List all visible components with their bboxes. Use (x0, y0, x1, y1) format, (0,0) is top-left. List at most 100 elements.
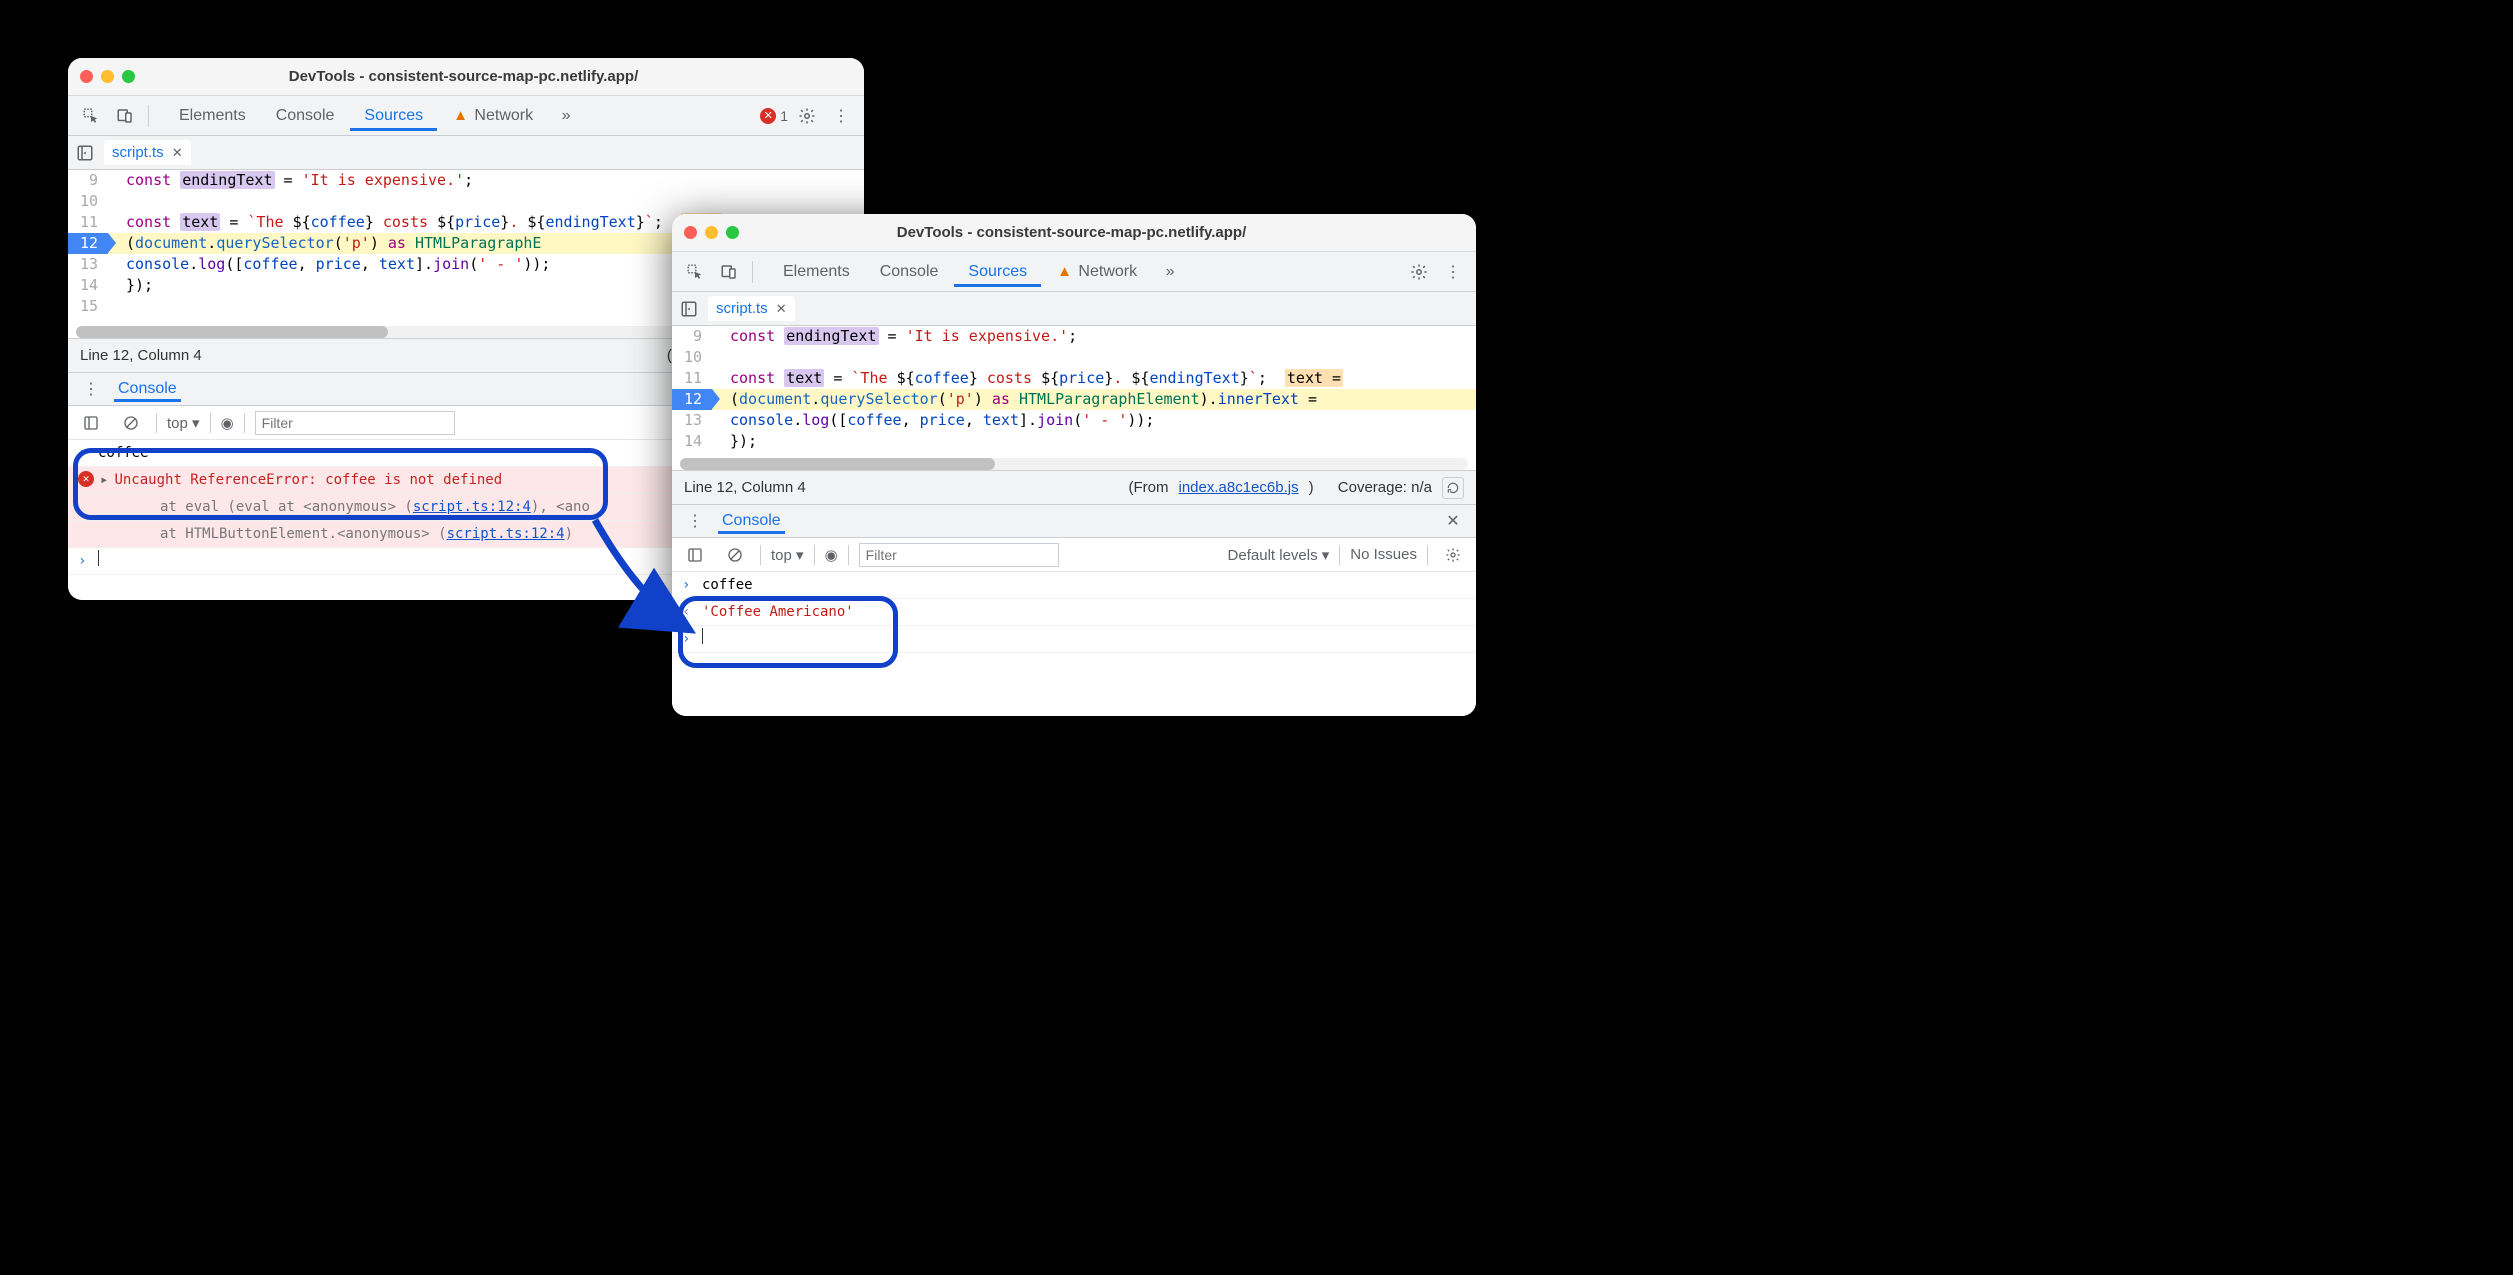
code-line[interactable]: 13console.log([coffee, price, text].join… (672, 410, 1476, 431)
console-output[interactable]: ›coffee‹'Coffee Americano'› (672, 572, 1476, 716)
line-number-gutter[interactable]: 9 (672, 326, 712, 347)
line-number-gutter[interactable]: 14 (672, 431, 712, 452)
status-bar: Line 12, Column 4 (From index.a8c1ec6b.j… (672, 470, 1476, 504)
console-input-text: coffee (98, 442, 149, 464)
inspect-icon[interactable] (680, 257, 710, 287)
console-caret[interactable] (702, 628, 703, 644)
line-number-gutter[interactable]: 9 (68, 170, 108, 191)
window-controls (684, 226, 739, 239)
line-number-gutter[interactable]: 11 (68, 212, 108, 233)
close-drawer-icon[interactable]: ✕ (1438, 506, 1468, 536)
file-tab[interactable]: script.ts ✕ (104, 140, 191, 165)
console-input-row: ›coffee (672, 572, 1476, 599)
console-prompt-row[interactable]: › (672, 626, 1476, 653)
line-number-gutter[interactable]: 14 (68, 275, 108, 296)
file-tab-row: script.ts ✕ (68, 136, 864, 170)
code-line[interactable]: 11const text = `The ${coffee} costs ${pr… (672, 368, 1476, 389)
prompt-chevron-icon: › (78, 442, 92, 464)
line-number-gutter[interactable]: 15 (68, 296, 108, 317)
context-selector[interactable]: top ▾ (771, 546, 804, 564)
minimize-window-button[interactable] (101, 70, 114, 83)
code-editor[interactable]: 9const endingText = 'It is expensive.';1… (672, 326, 1476, 454)
sourcemap-link[interactable]: index.a8c1ec6b.js (1179, 479, 1299, 496)
console-settings-gear-icon[interactable] (1438, 540, 1468, 570)
settings-gear-icon[interactable] (792, 101, 822, 131)
navigator-toggle-icon[interactable] (76, 144, 94, 162)
close-window-button[interactable] (80, 70, 93, 83)
file-tab-name: script.ts (716, 300, 768, 317)
prompt-chevron-icon: › (78, 550, 92, 572)
kebab-menu-icon[interactable]: ⋮ (1438, 257, 1468, 287)
device-toggle-icon[interactable] (110, 101, 140, 131)
tab-console[interactable]: Console (866, 257, 953, 287)
context-selector[interactable]: top ▾ (167, 414, 200, 432)
code-line[interactable]: 10 (68, 191, 864, 212)
more-tabs-icon[interactable]: » (1155, 257, 1185, 287)
console-filter-input[interactable] (859, 543, 1059, 567)
inspect-icon[interactable] (76, 101, 106, 131)
error-count: 1 (780, 108, 788, 124)
drawer-kebab-icon[interactable]: ⋮ (76, 374, 106, 404)
drawer-console-tab[interactable]: Console (718, 508, 785, 534)
line-number-gutter[interactable]: 11 (672, 368, 712, 389)
line-number-gutter[interactable]: 10 (68, 191, 108, 212)
navigator-toggle-icon[interactable] (680, 300, 698, 318)
tab-elements[interactable]: Elements (165, 101, 260, 131)
code-line[interactable]: 9const endingText = 'It is expensive.'; (672, 326, 1476, 347)
breakpoint-gutter[interactable]: 12 (672, 389, 712, 410)
code-line[interactable]: 12(document.querySelector('p') as HTMLPa… (672, 389, 1476, 410)
device-toggle-icon[interactable] (714, 257, 744, 287)
code-line[interactable]: 9const endingText = 'It is expensive.'; (68, 170, 864, 191)
titlebar[interactable]: DevTools - consistent-source-map-pc.netl… (672, 214, 1476, 252)
window-controls (80, 70, 135, 83)
file-tab[interactable]: script.ts ✕ (708, 296, 795, 321)
sidebar-toggle-icon[interactable] (76, 408, 106, 438)
close-tab-icon[interactable]: ✕ (172, 145, 183, 161)
clear-console-icon[interactable] (720, 540, 750, 570)
code-line[interactable]: 10 (672, 347, 1476, 368)
console-filter-input[interactable] (255, 411, 455, 435)
titlebar[interactable]: DevTools - consistent-source-map-pc.netl… (68, 58, 864, 96)
zoom-window-button[interactable] (122, 70, 135, 83)
code-text: const text = `The ${coffee} costs ${pric… (712, 368, 1476, 389)
console-caret[interactable] (98, 550, 99, 566)
error-count-badge[interactable]: ✕1 (760, 108, 788, 124)
drawer-console-tab[interactable]: Console (114, 376, 181, 402)
tab-elements[interactable]: Elements (769, 257, 864, 287)
tab-network[interactable]: ▲ Network (439, 101, 547, 131)
tab-sources[interactable]: Sources (954, 257, 1041, 287)
live-expression-icon[interactable] (825, 546, 838, 564)
devtools-window-after: DevTools - consistent-source-map-pc.netl… (672, 214, 1476, 716)
minimize-window-button[interactable] (705, 226, 718, 239)
breakpoint-gutter[interactable]: 12 (68, 233, 108, 254)
code-text: console.log([coffee, price, text].join('… (712, 410, 1476, 431)
expand-triangle-icon[interactable]: ▸ (100, 469, 108, 491)
log-levels-dropdown[interactable]: Default levels ▾ (1228, 546, 1330, 564)
zoom-window-button[interactable] (726, 226, 739, 239)
cursor-position: Line 12, Column 4 (80, 347, 202, 364)
tab-console[interactable]: Console (262, 101, 349, 131)
tab-network[interactable]: ▲ Network (1043, 257, 1151, 287)
settings-gear-icon[interactable] (1404, 257, 1434, 287)
clear-console-icon[interactable] (116, 408, 146, 438)
tab-network-label: Network (1078, 263, 1137, 280)
coverage-reload-icon[interactable] (1442, 477, 1464, 499)
kebab-menu-icon[interactable]: ⋮ (826, 101, 856, 131)
live-expression-icon[interactable] (221, 414, 234, 432)
horizontal-scrollbar[interactable] (680, 458, 1468, 470)
tab-sources[interactable]: Sources (350, 101, 437, 131)
console-output-value: 'Coffee Americano' (702, 601, 854, 623)
line-number-gutter[interactable]: 13 (68, 254, 108, 275)
close-window-button[interactable] (684, 226, 697, 239)
stack-trace-line: at HTMLButtonElement.<anonymous> (script… (120, 523, 573, 545)
issues-label[interactable]: No Issues (1350, 546, 1417, 563)
drawer-kebab-icon[interactable]: ⋮ (680, 506, 710, 536)
console-input-text: coffee (702, 574, 753, 596)
more-tabs-icon[interactable]: » (551, 101, 581, 131)
warning-triangle-icon: ▲ (453, 107, 468, 124)
line-number-gutter[interactable]: 13 (672, 410, 712, 431)
line-number-gutter[interactable]: 10 (672, 347, 712, 368)
close-tab-icon[interactable]: ✕ (776, 301, 787, 317)
code-line[interactable]: 14}); (672, 431, 1476, 452)
sidebar-toggle-icon[interactable] (680, 540, 710, 570)
